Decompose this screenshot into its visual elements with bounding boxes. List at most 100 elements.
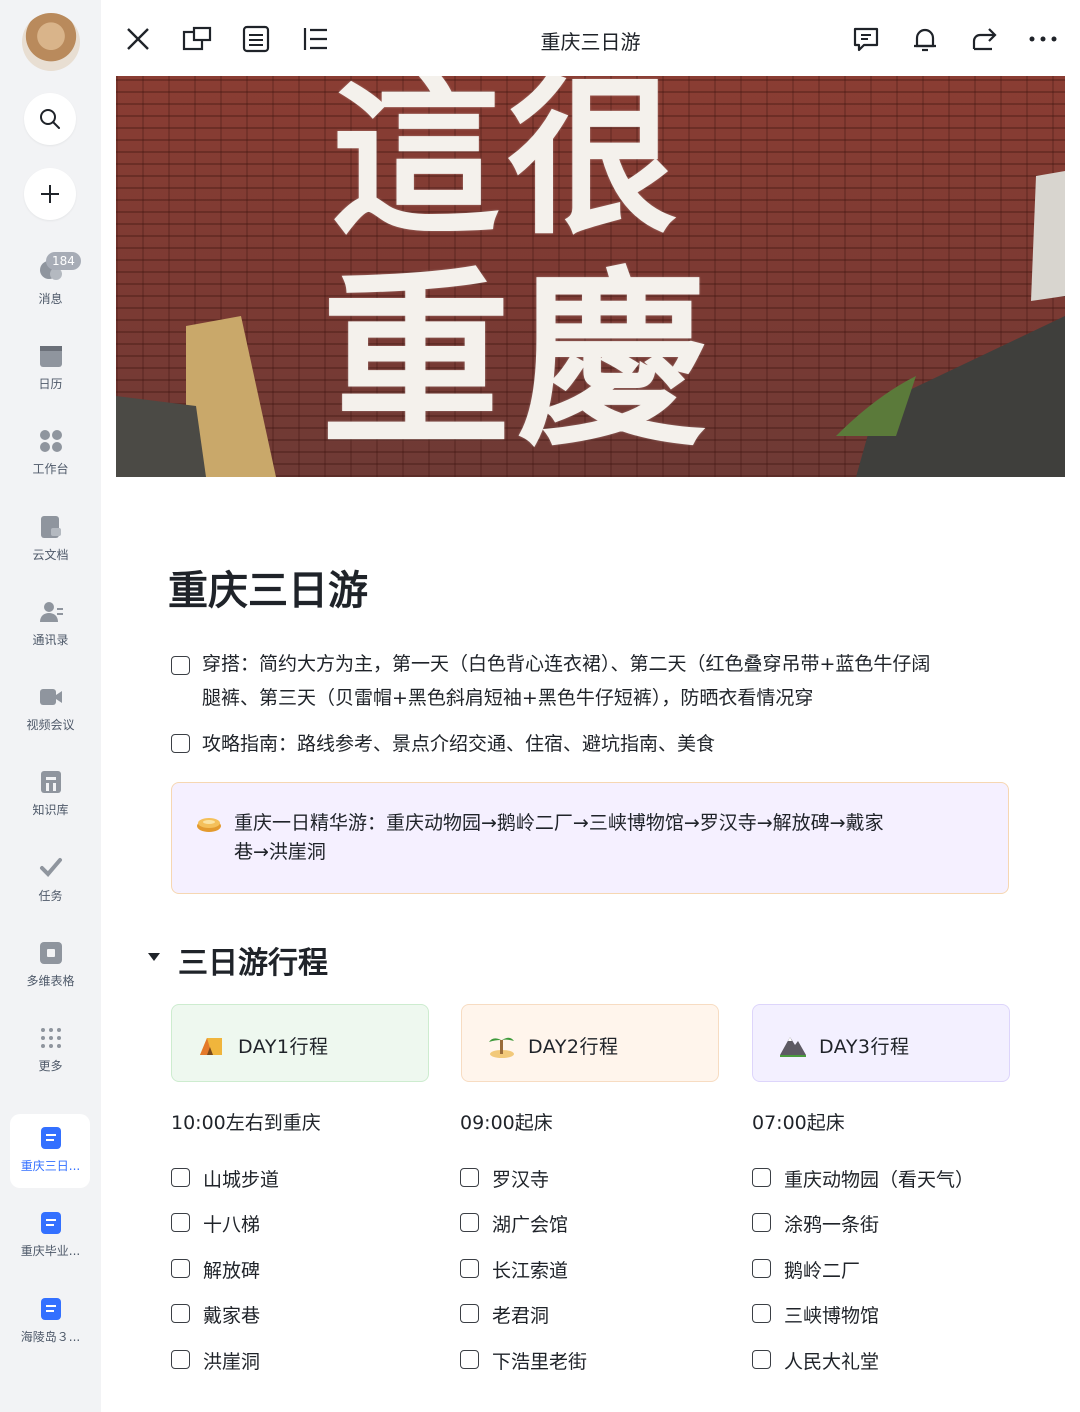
sidebar-item-tasks[interactable]: 任务 [0, 855, 101, 904]
itinerary-item[interactable]: 湖广会馆 [492, 1210, 568, 1237]
sidebar-item-more[interactable]: 更多 [0, 1025, 101, 1074]
itinerary-item[interactable]: 鹅岭二厂 [784, 1256, 860, 1283]
collapse-caret-icon[interactable] [148, 953, 160, 961]
sidebar-item-docs[interactable]: 云文档 [0, 514, 101, 563]
itinerary-checkbox[interactable] [752, 1350, 771, 1369]
sidebar-doc-label: 重庆三日... [20, 1159, 81, 1173]
avatar[interactable] [22, 13, 80, 71]
doc-title[interactable]: 重庆三日游 [168, 558, 368, 616]
callout-block[interactable]: 重庆一日精华游：重庆动物园→鹅岭二厂→三峡博物馆→罗汉寺→解放碑→戴家 巷→洪崖… [171, 782, 1009, 894]
bell-icon [914, 28, 936, 52]
share-button[interactable] [967, 22, 1001, 56]
cover-lettering-line2: 重慶 [321, 249, 714, 472]
more-options-button[interactable] [1026, 22, 1060, 56]
itinerary-checkbox[interactable] [171, 1304, 190, 1323]
sidebar-item-workbench[interactable]: 工作台 [0, 428, 101, 477]
callout-text: 重庆一日精华游：重庆动物园→鹅岭二厂→三峡博物馆→罗汉寺→解放碑→戴家 巷→洪崖… [234, 809, 984, 867]
itinerary-checkbox[interactable] [460, 1168, 479, 1187]
video-camera-icon [39, 689, 62, 705]
sidebar-item-base[interactable]: 多维表格 [0, 940, 101, 989]
sidebar-item-label: 云文档 [32, 548, 69, 562]
itinerary-item[interactable]: 重庆动物园（看天气） [784, 1165, 974, 1192]
itinerary-checkbox[interactable] [752, 1168, 771, 1187]
plus-icon [41, 185, 59, 203]
search-icon [40, 109, 60, 129]
itinerary-checkbox[interactable] [460, 1213, 479, 1232]
task-text-line: 穿搭：简约大方为主，第一天（白色背心连衣裙）、第二天（红色叠穿吊带+蓝色牛仔阔 [202, 653, 931, 675]
itinerary-item[interactable]: 人民大礼堂 [784, 1347, 879, 1374]
sidebar-item-video-meeting[interactable]: 视频会议 [0, 684, 101, 733]
sidebar-item-messages[interactable]: 184 消息 [0, 252, 101, 307]
comment-icon [853, 27, 879, 52]
sidebar-item-label: 知识库 [32, 803, 69, 817]
itinerary-checkbox[interactable] [460, 1259, 479, 1278]
cover-image[interactable]: 這很 重慶 [116, 76, 1065, 477]
more-dots-icon [40, 1028, 61, 1048]
sidebar-item-label: 多维表格 [26, 974, 75, 988]
tent-emoji-icon [200, 1038, 222, 1055]
calendar-icon [39, 346, 62, 367]
sidebar-item-label: 通讯录 [32, 633, 69, 647]
sidebar-item-label: 工作台 [32, 462, 69, 476]
day3-card[interactable]: DAY3行程 [752, 1004, 1010, 1082]
sidebar-item-contacts[interactable]: 通讯录 [0, 599, 101, 648]
itinerary-item[interactable]: 长江索道 [492, 1256, 568, 1283]
day3-label: DAY3行程 [819, 1036, 910, 1058]
day2-card[interactable]: DAY2行程 [461, 1004, 719, 1082]
share-arrow-icon [972, 28, 997, 51]
itinerary-item[interactable]: 十八梯 [203, 1210, 260, 1237]
sidebar-item-label: 任务 [38, 889, 63, 903]
day1-card[interactable]: DAY1行程 [171, 1004, 429, 1082]
task-checkbox[interactable] [171, 734, 190, 753]
day1-time[interactable]: 10:00左右到重庆 [171, 1108, 321, 1135]
task-outfit[interactable]: 穿搭：简约大方为主，第一天（白色背心连衣裙）、第二天（红色叠穿吊带+蓝色牛仔阔 … [202, 647, 1022, 715]
contacts-icon [39, 602, 63, 622]
cover-lettering-line1: 這很 [331, 76, 684, 258]
sidebar-doc-hailing-island[interactable]: 海陵岛３... [0, 1296, 101, 1345]
sidebar-item-wiki[interactable]: 知识库 [0, 769, 101, 818]
itinerary-item[interactable]: 下浩里老街 [492, 1347, 587, 1374]
itinerary-item[interactable]: 三峡博物馆 [784, 1301, 879, 1328]
comments-button[interactable] [849, 22, 883, 56]
itinerary-checkbox[interactable] [171, 1168, 190, 1187]
task-text-line: 腿裤、第三天（贝雷帽+黑色斜肩短袖+黑色牛仔短裤），防晒衣看情况穿 [202, 687, 814, 709]
document-icon [40, 1298, 61, 1320]
sidebar-item-label: 消息 [38, 292, 63, 306]
task-guide[interactable]: 攻略指南：路线参考、景点介绍交通、住宿、避坑指南、美食 [202, 727, 715, 761]
cloud-doc-icon [40, 516, 61, 538]
search-button[interactable] [24, 93, 76, 145]
itinerary-checkbox[interactable] [752, 1304, 771, 1323]
section-heading[interactable]: 三日游行程 [178, 938, 328, 982]
itinerary-item[interactable]: 涂鸦一条街 [784, 1210, 879, 1237]
doc-header: 重庆三日游 [101, 0, 1080, 76]
itinerary-item[interactable]: 洪崖洞 [203, 1347, 260, 1374]
itinerary-item[interactable]: 罗汉寺 [492, 1165, 549, 1192]
itinerary-checkbox[interactable] [460, 1304, 479, 1323]
sidebar-item-label: 更多 [38, 1059, 63, 1073]
itinerary-checkbox[interactable] [171, 1213, 190, 1232]
add-button[interactable] [24, 168, 76, 220]
day3-time[interactable]: 07:00起床 [752, 1108, 845, 1135]
day2-time[interactable]: 09:00起床 [460, 1108, 553, 1135]
island-emoji-icon [489, 1037, 514, 1058]
notifications-button[interactable] [908, 22, 942, 56]
itinerary-checkbox[interactable] [752, 1259, 771, 1278]
itinerary-item[interactable]: 解放碑 [203, 1256, 260, 1283]
sidebar-doc-chongqing-3day[interactable]: 重庆三日... [0, 1125, 101, 1174]
itinerary-item[interactable]: 戴家巷 [203, 1301, 260, 1328]
itinerary-item[interactable]: 山城步道 [203, 1165, 279, 1192]
sidebar: 184 消息 日历 工作台 云文档 通讯录 视频会议 知识库 任务 多维表格 更… [0, 0, 101, 1412]
sidebar-item-calendar[interactable]: 日历 [0, 343, 101, 392]
itinerary-item[interactable]: 老君洞 [492, 1301, 549, 1328]
pancake-emoji-icon [197, 818, 221, 832]
callout-line: 巷→洪崖洞 [234, 841, 326, 863]
document-icon [40, 1212, 61, 1234]
itinerary-checkbox[interactable] [171, 1259, 190, 1278]
itinerary-checkbox[interactable] [171, 1350, 190, 1369]
grid-apps-icon [39, 430, 62, 452]
task-checkbox[interactable] [171, 656, 190, 675]
sidebar-doc-chongqing-graduation[interactable]: 重庆毕业... [0, 1210, 101, 1259]
itinerary-checkbox[interactable] [752, 1213, 771, 1232]
itinerary-checkbox[interactable] [460, 1350, 479, 1369]
document-icon [40, 1127, 61, 1149]
